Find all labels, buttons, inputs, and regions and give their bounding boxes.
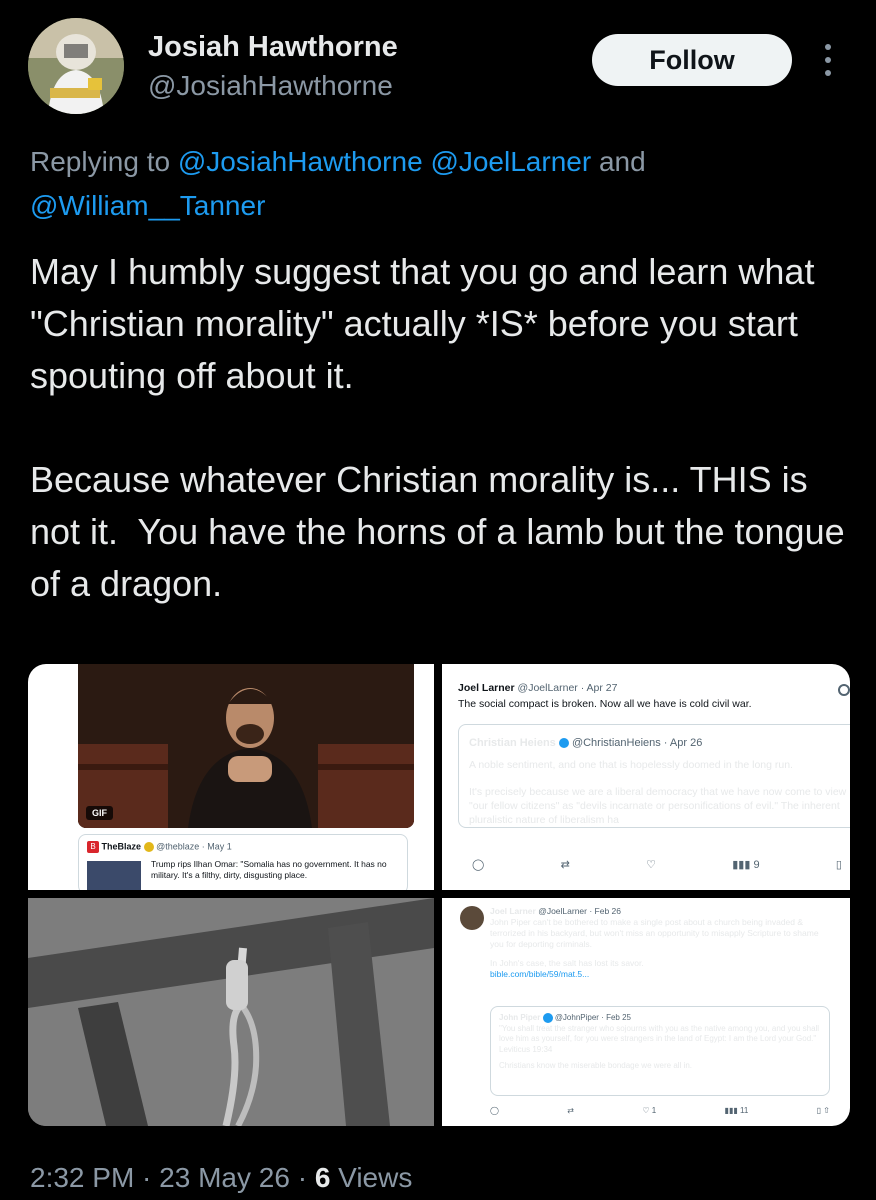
quoted-header: Christian Heiens @ChristianHeiens · Apr … [469, 737, 847, 749]
replying-to-line: Replying to @JosiahHawthorne @JoelLarner… [30, 140, 830, 228]
post-body: The social compact is broken. Now all we… [458, 698, 752, 710]
post-link: bible.com/bible/59/mat.5... [490, 969, 590, 979]
verified-badge-icon [143, 842, 154, 852]
views-stat: ▮▮▮ 9 [732, 858, 759, 871]
replying-to-label: Replying to [30, 146, 178, 177]
post-header: Joel Larner @JoelLarner · Feb 26 [490, 906, 830, 917]
author-display-name[interactable]: Josiah Hawthorne [148, 30, 398, 64]
follow-button[interactable]: Follow [592, 34, 792, 86]
tweet-text: May I humbly suggest that you go and lea… [30, 251, 845, 604]
tweet-date[interactable]: 23 May 26 [159, 1162, 290, 1193]
embedded-post-card: B TheBlaze @theblaze · May 1 Trump rips … [78, 834, 408, 890]
post-body: John Piper can't be bothered to make a s… [490, 917, 819, 949]
post-body-2: In John's case, the salt has lost its sa… [490, 958, 644, 968]
quoted-post: John Piper @JohnPiper · Feb 25 "You shal… [490, 1006, 830, 1096]
repost-icon: ⇄ [567, 1106, 574, 1115]
noose-image [28, 898, 434, 1126]
verified-badge-icon [558, 738, 569, 749]
embed-text: Trump rips Ilhan Omar: "Somalia has no g… [151, 859, 387, 880]
quoted-paragraph-2: It's precisely because we are a liberal … [469, 786, 847, 826]
media-tile-gif-screenshot[interactable]: GIF B TheBlaze @theblaze · May 1 Trump r… [28, 664, 434, 890]
views-label: Views [330, 1162, 413, 1193]
post-actions: ◯ ⇄ ♡ ▮▮▮ 9 ▯ [472, 858, 842, 871]
views-icon: ▮▮▮ [732, 859, 751, 871]
gif-badge: GIF [86, 806, 113, 820]
author-handle[interactable]: @JosiahHawthorne [148, 68, 398, 104]
beekeeper-avatar-image [28, 18, 124, 114]
mention-josiahhawthorne[interactable]: @JosiahHawthorne [178, 146, 423, 177]
more-options-icon[interactable] [816, 40, 840, 80]
post-author: Joel Larner [490, 906, 536, 916]
replying-joiner: and [591, 146, 646, 177]
dot-icon [825, 44, 831, 50]
grok-icon [838, 684, 850, 696]
post-header: Joel Larner @JoelLarner · Apr 27 [458, 682, 850, 694]
like-icon: ♡ [642, 1106, 650, 1115]
gif-frame [78, 664, 414, 828]
embed-source-name: TheBlaze [101, 841, 142, 852]
reply-icon: ◯ [490, 1106, 499, 1115]
reply-icon: ◯ [472, 859, 485, 871]
repost-icon: ⇄ [560, 859, 570, 871]
quoted-meta: @JohnPiper · Feb 25 [554, 1013, 631, 1023]
post-author: Joel Larner [458, 682, 515, 694]
media-tile-piper-screenshot[interactable]: Joel Larner @JoelLarner · Feb 26 John Pi… [442, 898, 850, 1126]
theblaze-logo-icon: B [87, 841, 99, 853]
post-meta: @JoelLarner · Apr 27 [517, 682, 618, 694]
quoted-text: "You shall treat the stranger who sojour… [499, 1023, 820, 1054]
post-content: Joel Larner @JoelLarner · Feb 26 John Pi… [490, 906, 830, 980]
like-icon: ♡ [646, 859, 656, 871]
embed-header: B TheBlaze @theblaze · May 1 [87, 841, 399, 853]
verified-badge-icon [542, 1013, 553, 1023]
tweet-timestamp: 2:32 PM · 23 May 26 · 6 Views [30, 1158, 412, 1198]
quoted-header: John Piper @JohnPiper · Feb 25 [499, 1013, 821, 1024]
mention-joellarner[interactable]: @JoelLarner [430, 146, 591, 177]
mention-william-tanner[interactable]: @William__Tanner [30, 190, 265, 221]
views-count[interactable]: 6 [315, 1162, 331, 1193]
tweet-header: Josiah Hawthorne @JosiahHawthorne Follow [0, 0, 876, 130]
media-tile-quote-screenshot[interactable]: Joel Larner @JoelLarner · Apr 27 The soc… [442, 664, 850, 890]
post-meta: @JoelLarner · Feb 26 [538, 906, 622, 916]
media-grid: GIF B TheBlaze @theblaze · May 1 Trump r… [28, 664, 850, 1126]
author-avatar[interactable] [28, 18, 124, 114]
views-count: 9 [753, 859, 760, 871]
dot-icon [825, 70, 831, 76]
quoted-author: John Piper [499, 1013, 541, 1023]
embed-meta: @theblaze · May 1 [156, 841, 232, 852]
quoted-text-2: Christians know the miserable bondage we… [499, 1061, 692, 1071]
likes-count: 1 [651, 1106, 657, 1115]
media-tile-noose-photo[interactable] [28, 898, 434, 1126]
quoted-post: Christian Heiens @ChristianHeiens · Apr … [458, 724, 850, 828]
bookmark-icon: ▯ [835, 859, 842, 871]
quoted-meta: @ChristianHeiens · Apr 26 [571, 737, 703, 749]
quoted-author: Christian Heiens [469, 737, 556, 749]
views-stat: ▮▮▮ 11 [725, 1106, 749, 1115]
likes-stat: ♡ 1 [642, 1106, 656, 1115]
views-icon: ▮▮▮ [724, 1106, 738, 1115]
views-count: 11 [740, 1106, 749, 1115]
separator: · [289, 1162, 315, 1193]
quoted-paragraph-1: A noble sentiment, and one that is hopel… [469, 759, 793, 771]
separator: · [134, 1162, 160, 1193]
gif-image [78, 664, 414, 828]
embed-thumbnail [87, 861, 141, 890]
tweet-time[interactable]: 2:32 PM [30, 1162, 134, 1193]
post-avatar [460, 906, 484, 930]
bookmark-icon: ▯ ⇧ [816, 1106, 830, 1115]
dot-icon [825, 57, 831, 63]
author-names: Josiah Hawthorne @JosiahHawthorne [148, 30, 398, 104]
post-actions: ◯ ⇄ ♡ 1 ▮▮▮ 11 ▯ ⇧ [490, 1106, 830, 1115]
